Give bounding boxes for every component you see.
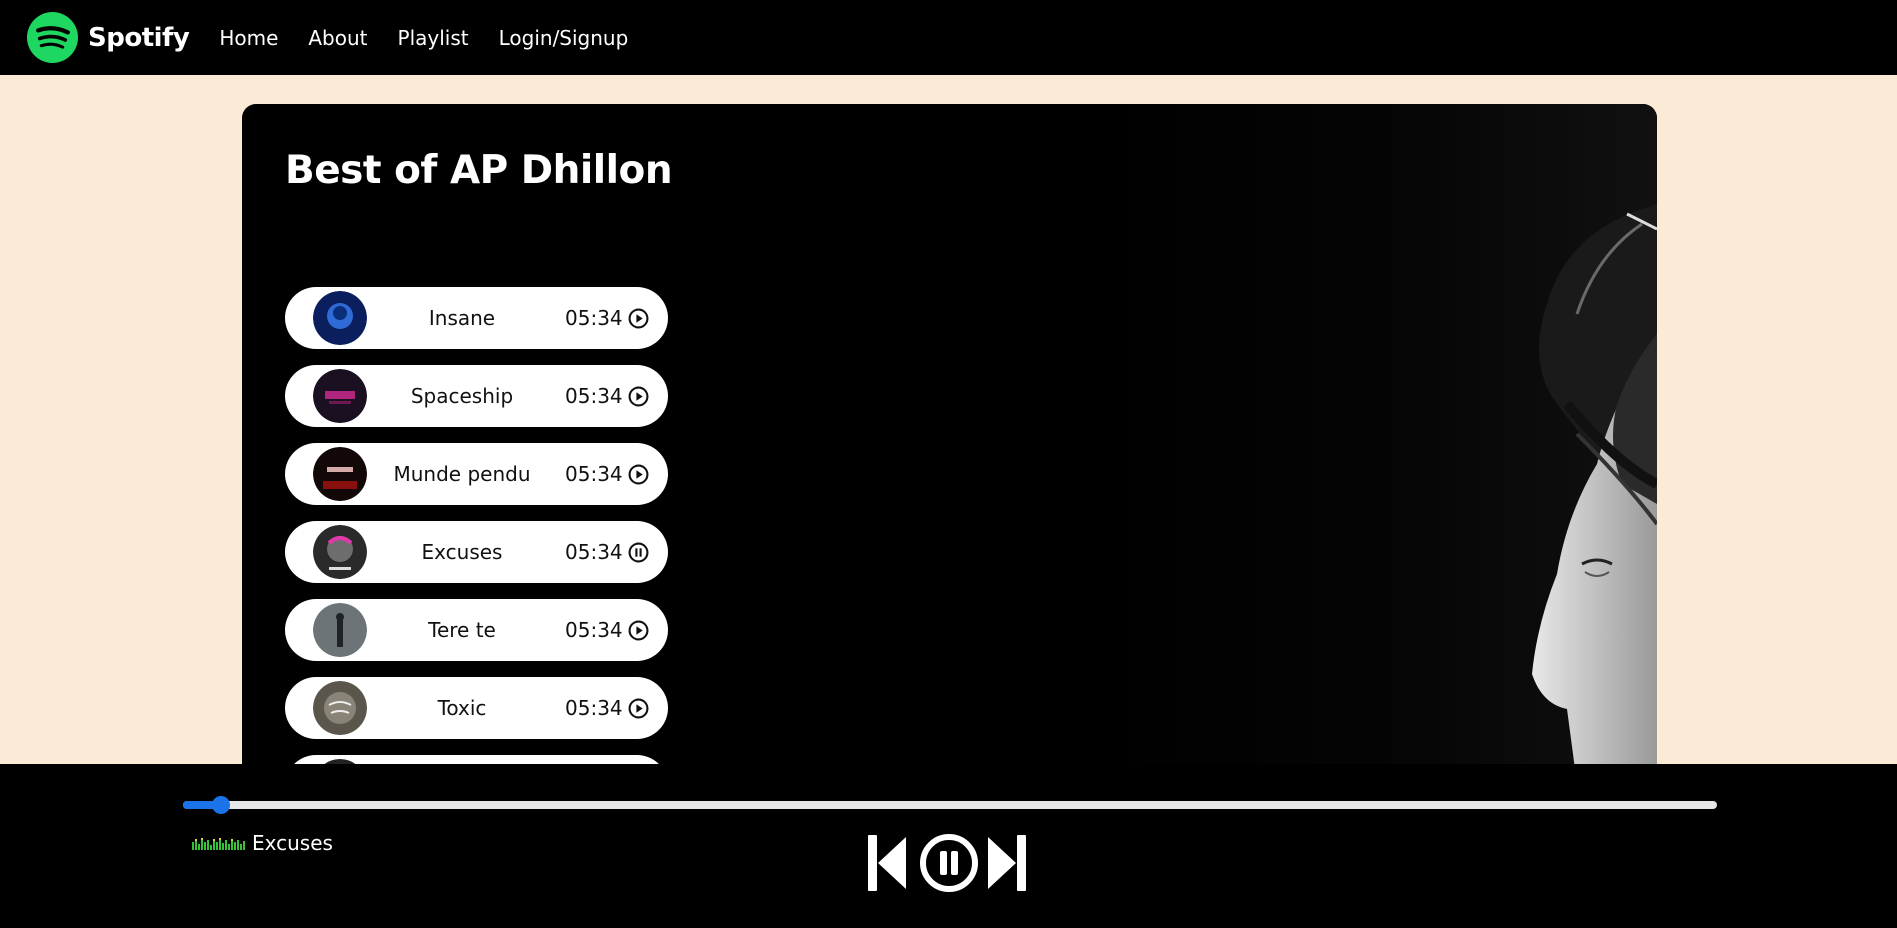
song-duration: 05:34	[565, 618, 623, 642]
song-duration: 05:34	[565, 306, 623, 330]
nav-link-login-signup[interactable]: Login/Signup	[499, 26, 629, 50]
pause-icon[interactable]	[628, 542, 649, 563]
next-icon[interactable]	[982, 833, 1032, 893]
album-cover-icon	[313, 525, 367, 579]
now-playing-title: Excuses	[252, 831, 333, 855]
play-icon[interactable]	[628, 386, 649, 407]
previous-icon[interactable]	[866, 833, 916, 893]
song-name: Excuses	[421, 540, 503, 564]
nav-link-about[interactable]: About	[308, 26, 367, 50]
now-playing: Excuses	[192, 831, 333, 855]
bottom-player: Excuses	[0, 764, 1897, 928]
pause-icon[interactable]	[918, 832, 980, 894]
play-icon[interactable]	[628, 698, 649, 719]
song-list: Insane 05:34 Spaceship 05:34 Munde pendu…	[285, 287, 668, 784]
play-icon[interactable]	[628, 464, 649, 485]
song-duration: 05:34	[565, 462, 623, 486]
album-cover-icon	[313, 369, 367, 423]
top-navbar: Spotify Home About Playlist Login/Signup	[0, 0, 1897, 75]
song-duration: 05:34	[565, 384, 623, 408]
song-name: Spaceship	[410, 384, 514, 408]
song-item-excuses[interactable]: Excuses 05:34	[285, 521, 668, 583]
nav-link-home[interactable]: Home	[219, 26, 278, 50]
song-item-munde-pendu[interactable]: Munde pendu 05:34	[285, 443, 668, 505]
album-cover-icon	[313, 291, 367, 345]
spotify-logo-icon	[27, 12, 78, 63]
song-name: Munde pendu	[393, 462, 531, 486]
play-icon[interactable]	[628, 620, 649, 641]
song-item-spaceship[interactable]: Spaceship 05:34	[285, 365, 668, 427]
playlist-card: Best of AP Dhillon Insane 05:34 Spaceshi…	[242, 104, 1657, 784]
equalizer-icon	[192, 838, 245, 850]
album-cover-icon	[313, 447, 367, 501]
song-name: Insane	[428, 306, 496, 330]
progress-thumb[interactable]	[212, 796, 231, 814]
play-icon[interactable]	[628, 308, 649, 329]
song-item-tere-te[interactable]: Tere te 05:34	[285, 599, 668, 661]
playlist-title: Best of AP Dhillon	[285, 148, 673, 193]
nav-links: Home About Playlist Login/Signup	[219, 26, 658, 50]
progress-bar[interactable]	[183, 796, 1717, 814]
song-duration: 05:34	[565, 696, 623, 720]
artist-portrait-image	[1097, 104, 1657, 784]
album-cover-icon	[313, 681, 367, 735]
nav-link-playlist[interactable]: Playlist	[398, 26, 469, 50]
song-name: Tere te	[428, 618, 496, 642]
player-controls	[866, 832, 1032, 894]
album-cover-icon	[313, 603, 367, 657]
song-duration: 05:34	[565, 540, 623, 564]
song-item-insane[interactable]: Insane 05:34	[285, 287, 668, 349]
song-name: Toxic	[437, 696, 487, 720]
song-item-toxic[interactable]: Toxic 05:34	[285, 677, 668, 739]
brand-name: Spotify	[88, 22, 190, 53]
brand[interactable]: Spotify	[27, 12, 190, 63]
